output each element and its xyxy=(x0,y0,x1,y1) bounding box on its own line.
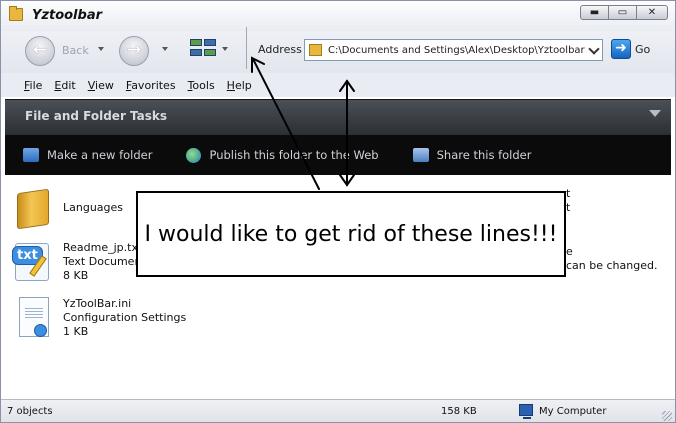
window-controls: ▬ ▭ ✕ xyxy=(580,5,668,20)
task-pane-header[interactable]: File and Folder Tasks xyxy=(5,99,671,135)
status-size: 158 KB xyxy=(441,406,477,417)
config-file-icon xyxy=(11,293,55,339)
views-icon[interactable] xyxy=(190,39,220,59)
task-pane-title: File and Folder Tasks xyxy=(25,109,168,123)
address-input[interactable]: C:\Documents and Settings\Alex\Desktop\Y… xyxy=(328,45,586,56)
new-folder-icon xyxy=(23,148,39,162)
menu-view[interactable]: View xyxy=(88,79,114,92)
address-label: Address xyxy=(258,43,302,56)
folder-icon xyxy=(9,6,23,21)
task-publish-to-web[interactable]: Publish this folder to the Web xyxy=(186,147,379,163)
task-share-folder[interactable]: Share this folder xyxy=(412,148,532,162)
file-size: 1 KB xyxy=(63,325,89,338)
go-button[interactable]: ➜ xyxy=(611,39,631,59)
partial-text: e xyxy=(566,245,573,258)
close-button[interactable]: ✕ xyxy=(636,5,668,20)
address-dropdown-icon[interactable] xyxy=(586,41,601,59)
menu-help[interactable]: Help xyxy=(227,79,252,92)
address-folder-icon xyxy=(309,44,322,56)
menu-edit[interactable]: Edit xyxy=(54,79,75,92)
list-item[interactable]: Languages xyxy=(11,183,124,230)
folder-icon xyxy=(11,183,55,230)
menu-tools[interactable]: Tools xyxy=(188,79,215,92)
menu-file[interactable]: File xyxy=(24,79,42,92)
menu-favorites[interactable]: Favorites xyxy=(126,79,176,92)
file-name: Readme_jp.txt xyxy=(63,241,143,254)
explorer-window: Yztoolbar ▬ ▭ ✕ ← Back → Address C:\Docu… xyxy=(0,0,676,423)
file-type: Text Document xyxy=(63,255,146,268)
window-title: Yztoolbar xyxy=(32,8,103,23)
address-bar[interactable]: C:\Documents and Settings\Alex\Desktop\Y… xyxy=(304,39,603,61)
list-item[interactable]: YzToolBar.ini Configuration Settings 1 K… xyxy=(11,293,186,339)
back-button[interactable]: ← xyxy=(25,36,55,66)
toolbar: ← Back → Address C:\Documents and Settin… xyxy=(1,31,675,73)
minimize-button[interactable]: ▬ xyxy=(580,5,609,20)
toolbar-separator xyxy=(246,27,247,69)
status-bar: 7 objects 158 KB My Computer xyxy=(1,399,675,422)
resize-grip-icon[interactable] xyxy=(662,411,672,421)
back-dropdown-icon[interactable] xyxy=(98,47,104,51)
partial-text: can be changed. xyxy=(566,259,658,272)
views-dropdown-icon[interactable] xyxy=(222,47,228,51)
text-document-icon: txt xyxy=(11,237,55,283)
maximize-button[interactable]: ▭ xyxy=(608,5,637,20)
task-label: Publish this folder to the Web xyxy=(209,148,379,162)
annotation-callout: I would like to get rid of these lines!!… xyxy=(136,191,566,277)
menu-bar: File Edit View Favorites Tools Help xyxy=(1,73,675,97)
status-location: My Computer xyxy=(539,406,607,417)
task-pane-links: Make a new folder Publish this folder to… xyxy=(5,135,671,175)
file-name: Languages xyxy=(63,201,124,214)
partial-text: t xyxy=(566,187,571,200)
file-size: 8 KB xyxy=(63,269,89,282)
computer-icon xyxy=(519,404,533,419)
forward-button[interactable]: → xyxy=(119,36,149,66)
title-bar[interactable]: Yztoolbar ▬ ▭ ✕ xyxy=(1,1,675,31)
list-item[interactable]: txt Readme_jp.txt Text Document 8 KB xyxy=(11,237,146,283)
forward-dropdown-icon[interactable] xyxy=(162,47,168,51)
globe-icon xyxy=(186,147,202,163)
back-label[interactable]: Back xyxy=(62,44,89,57)
file-type: Configuration Settings xyxy=(63,311,187,324)
file-name: YzToolBar.ini xyxy=(63,297,132,310)
forward-arrow-icon: → xyxy=(126,40,142,60)
share-folder-icon xyxy=(412,148,429,162)
task-make-new-folder[interactable]: Make a new folder xyxy=(23,148,152,162)
back-arrow-icon: ← xyxy=(32,40,48,60)
status-object-count: 7 objects xyxy=(7,406,53,417)
task-label: Make a new folder xyxy=(47,148,153,162)
partial-text: t xyxy=(566,201,571,214)
go-label[interactable]: Go xyxy=(635,43,650,56)
task-label: Share this folder xyxy=(436,148,532,162)
annotation-text: I would like to get rid of these lines!!… xyxy=(144,221,558,247)
collapse-chevron-icon[interactable] xyxy=(649,110,661,117)
